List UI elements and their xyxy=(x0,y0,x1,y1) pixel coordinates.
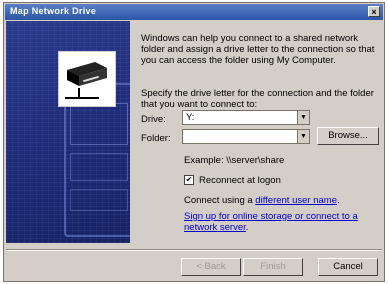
connect-prefix: Connect using a xyxy=(184,195,256,206)
title-bar[interactable]: Map Network Drive × xyxy=(5,4,383,20)
cancel-button[interactable]: Cancel xyxy=(318,258,378,276)
folder-combobox[interactable]: ▼ xyxy=(182,129,310,144)
connect-suffix: . xyxy=(336,195,340,206)
divider xyxy=(6,249,382,251)
check-icon: ✔ xyxy=(185,175,193,184)
instruction-text: Specify the drive letter for the connect… xyxy=(141,88,374,110)
example-text: Example: \\server\share xyxy=(184,155,285,166)
signup-suffix: . xyxy=(245,222,249,233)
back-button[interactable]: < Back xyxy=(181,258,241,276)
intro-text: Windows can help you connect to a shared… xyxy=(141,33,375,66)
drive-select[interactable]: Y: ▼ xyxy=(182,110,310,125)
close-button[interactable]: × xyxy=(368,6,380,17)
finish-button[interactable]: Finish xyxy=(243,258,303,276)
reconnect-label[interactable]: Reconnect at logon xyxy=(199,175,281,186)
decorative-frame xyxy=(70,153,128,181)
different-user-link[interactable]: different user name xyxy=(255,195,337,206)
chevron-down-icon[interactable]: ▼ xyxy=(297,130,309,143)
window-title: Map Network Drive xyxy=(10,6,97,16)
signup-text: Sign up for online storage or connect to… xyxy=(184,211,374,233)
signup-link[interactable]: Sign up for online storage or connect to… xyxy=(184,211,358,233)
drive-value: Y: xyxy=(186,112,195,123)
wizard-side-image xyxy=(6,21,130,243)
drive-label: Drive: xyxy=(141,114,166,125)
chevron-down-icon[interactable]: ▼ xyxy=(297,111,309,124)
decorative-frame xyxy=(70,189,128,211)
folder-label: Folder: xyxy=(141,133,171,144)
reconnect-checkbox[interactable]: ✔ xyxy=(184,175,194,185)
browse-button[interactable]: Browse... xyxy=(317,127,379,145)
connect-using-text: Connect using a different user name. xyxy=(184,195,340,206)
network-drive-icon xyxy=(58,51,116,107)
decorative-frame xyxy=(70,103,128,145)
map-network-drive-dialog: Map Network Drive × Windows can help you… xyxy=(3,2,385,282)
